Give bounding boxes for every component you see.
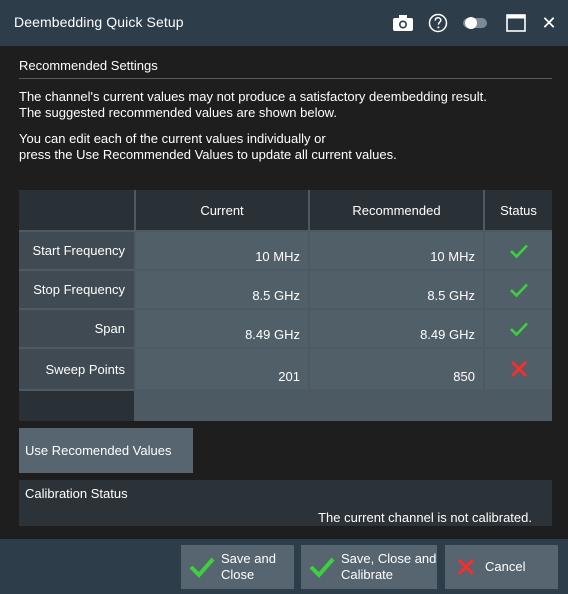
current-value-start-frequency[interactable]: 10 MHz <box>136 232 308 269</box>
column-header-recommended: Recommended <box>310 190 483 230</box>
title-bar: Deembedding Quick Setup ✕ <box>0 0 568 46</box>
recommended-value-span: 8.49 GHz <box>310 310 483 347</box>
row-label-span: Span <box>19 310 134 347</box>
use-recommended-values-button[interactable]: Use Recomended Values <box>19 428 193 473</box>
calibration-status-title: Calibration Status <box>25 486 128 501</box>
cross-icon <box>451 552 481 582</box>
deembedding-dialog: Deembedding Quick Setup ✕ Recommended Se… <box>0 0 568 594</box>
recommended-value-stop-frequency: 8.5 GHz <box>310 271 483 308</box>
status-error-icon <box>485 349 552 389</box>
save-and-close-label: Save and Close <box>221 551 276 582</box>
recommended-value-start-frequency: 10 MHz <box>310 232 483 269</box>
settings-table: Current Recommended Status Start Frequen… <box>19 190 552 421</box>
info-text-1: The channel's current values may not pro… <box>19 89 487 104</box>
row-label-stop-frequency: Stop Frequency <box>19 271 134 308</box>
help-icon[interactable] <box>428 13 448 33</box>
current-value-sweep-points[interactable]: 201 <box>136 349 308 389</box>
calibration-status-message: The current channel is not calibrated. <box>318 510 532 525</box>
checkmark-icon <box>187 552 217 582</box>
toggle-icon[interactable] <box>462 13 488 33</box>
current-value-stop-frequency[interactable]: 8.5 GHz <box>136 271 308 308</box>
calibration-status-panel: Calibration Status The current channel i… <box>19 480 552 526</box>
recommended-value-sweep-points: 850 <box>310 349 483 389</box>
row-label-start-frequency: Start Frequency <box>19 232 134 269</box>
table-empty-row <box>19 391 134 421</box>
save-and-close-button[interactable]: Save and Close <box>181 545 294 589</box>
save-close-calibrate-button[interactable]: Save, Close and Calibrate <box>301 545 437 589</box>
info-text-3: You can edit each of the current values … <box>19 131 326 146</box>
cancel-label: Cancel <box>485 559 526 574</box>
status-ok-icon <box>485 310 552 347</box>
camera-icon[interactable] <box>391 13 415 33</box>
cancel-button[interactable]: Cancel <box>445 545 558 589</box>
close-icon[interactable]: ✕ <box>540 13 558 33</box>
status-ok-icon <box>485 232 552 269</box>
maximize-icon[interactable] <box>505 13 527 33</box>
column-header-current: Current <box>136 190 308 230</box>
table-corner <box>19 190 134 230</box>
row-label-sweep-points: Sweep Points <box>19 349 134 389</box>
column-header-status: Status <box>485 190 552 230</box>
info-text-2: The suggested recommended values are sho… <box>19 105 337 120</box>
section-title: Recommended Settings <box>19 58 552 79</box>
current-value-span[interactable]: 8.49 GHz <box>136 310 308 347</box>
checkmark-icon <box>307 552 337 582</box>
window-title: Deembedding Quick Setup <box>14 14 184 30</box>
save-close-calibrate-label: Save, Close and Calibrate <box>341 551 437 582</box>
info-text-4: press the Use Recommended Values to upda… <box>19 147 397 162</box>
status-ok-icon <box>485 271 552 308</box>
